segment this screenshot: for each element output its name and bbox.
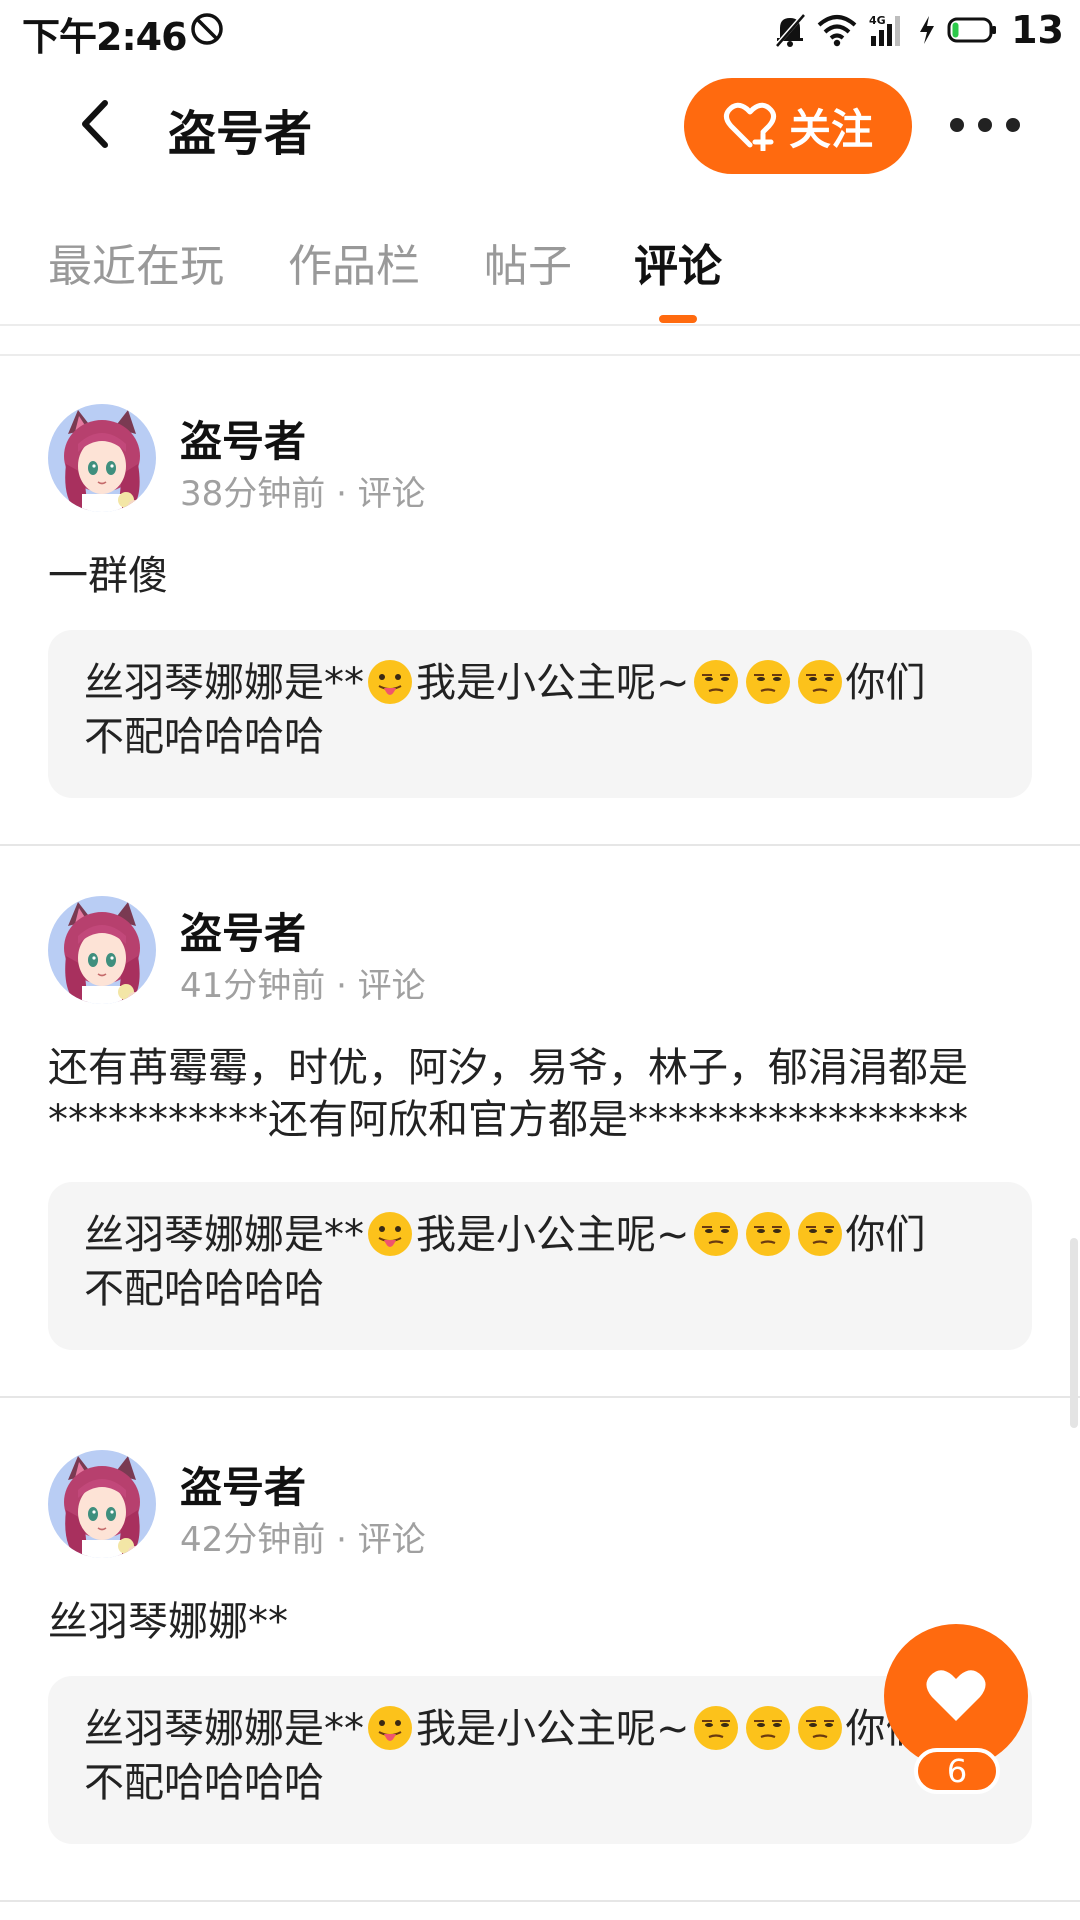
author-name[interactable]: 盗号者	[180, 1454, 306, 1515]
divider	[0, 1900, 1080, 1902]
page-title: 盗号者	[168, 106, 313, 162]
header: 盗号者 关注	[0, 70, 1080, 180]
status-bar: 下午2:46 4G 13	[0, 0, 1080, 60]
tongue-face-emoji	[366, 1704, 414, 1752]
heart-plus-icon	[723, 102, 777, 151]
follow-button[interactable]: 关注	[684, 78, 912, 174]
chevron-left-icon	[82, 100, 108, 148]
status-icons: 4G 13	[773, 8, 1064, 52]
comment-meta: 38分钟前 · 评论	[180, 474, 426, 514]
comment-meta: 41分钟前 · 评论	[180, 966, 426, 1006]
cell-signal-icon: 4G	[869, 14, 901, 46]
quote-text: 我是小公主呢~	[416, 660, 690, 706]
more-dot	[1006, 118, 1020, 132]
charging-icon	[920, 16, 935, 44]
quote-text: 丝羽琴娜娜是**	[84, 660, 364, 706]
quote-line: 丝羽琴娜娜是** 我是小公主呢~ 你们	[84, 656, 996, 710]
more-dot	[950, 118, 964, 132]
quote-line: 不配哈哈哈哈	[84, 1760, 324, 1806]
divider	[0, 844, 1080, 846]
screen: 下午2:46 4G 13 盗号者 关注 最近在玩 作品栏 帖子 评论 盗号者 3…	[0, 0, 1080, 1920]
unamused-face-emoji	[796, 658, 844, 706]
unamused-face-emoji	[744, 1210, 792, 1258]
divider	[0, 324, 1080, 326]
comment-line: 丝羽琴娜娜**	[48, 1599, 288, 1645]
avatar[interactable]	[48, 1450, 156, 1558]
heart-icon	[926, 1670, 986, 1721]
tab-works[interactable]: 作品栏	[288, 230, 420, 294]
quote-text: 丝羽琴娜娜是**	[84, 1706, 364, 1752]
more-button[interactable]	[950, 100, 1020, 150]
svg-text:4G: 4G	[869, 14, 886, 27]
battery-icon	[947, 17, 997, 43]
quoted-post[interactable]: 丝羽琴娜娜是** 我是小公主呢~ 你们 不配哈哈哈哈	[48, 1182, 1032, 1350]
like-button[interactable]	[884, 1624, 1028, 1768]
wifi-icon	[817, 15, 857, 47]
avatar[interactable]	[48, 404, 156, 512]
avatar[interactable]	[48, 896, 156, 1004]
do-not-disturb-icon	[191, 13, 223, 45]
divider	[0, 354, 1080, 356]
tongue-face-emoji	[366, 658, 414, 706]
quote-text: 我是小公主呢~	[416, 1706, 690, 1752]
back-button[interactable]	[64, 92, 124, 156]
like-count-badge: 6	[914, 1748, 1000, 1794]
tongue-face-emoji	[366, 1210, 414, 1258]
comment-meta: 42分钟前 · 评论	[180, 1520, 426, 1560]
mute-bell-icon	[774, 12, 806, 48]
quote-line: 丝羽琴娜娜是** 我是小公主呢~ 你们	[84, 1702, 996, 1756]
quote-line: 不配哈哈哈哈	[84, 1266, 324, 1312]
comment-line: 一群傻	[48, 553, 168, 599]
quote-text: 你们	[845, 1212, 926, 1258]
quote-text: 你们	[845, 660, 926, 706]
comment-line: 还有苒霉霉，时优，阿汐，易爷，林子，郁涓涓都是	[48, 1045, 968, 1091]
tab-comments[interactable]: 评论	[634, 230, 722, 294]
quote-line: 不配哈哈哈哈	[84, 714, 324, 760]
tab-recent-play[interactable]: 最近在玩	[48, 230, 224, 294]
unamused-face-emoji	[744, 1704, 792, 1752]
unamused-face-emoji	[744, 658, 792, 706]
quote-line: 丝羽琴娜娜是** 我是小公主呢~ 你们	[84, 1208, 996, 1262]
author-name[interactable]: 盗号者	[180, 408, 306, 469]
battery-percent: 13	[1011, 8, 1064, 52]
unamused-face-emoji	[796, 1704, 844, 1752]
tab-bar: 最近在玩 作品栏 帖子 评论	[0, 218, 1080, 328]
follow-label: 关注	[788, 104, 873, 154]
more-dot	[978, 118, 992, 132]
scrollbar[interactable]	[1070, 1238, 1078, 1428]
comment-text: 还有苒霉霉，时优，阿汐，易爷，林子，郁涓涓都是 ***********还有阿欣和…	[48, 1042, 1028, 1146]
quote-text: 丝羽琴娜娜是**	[84, 1212, 364, 1258]
comment-text: 丝羽琴娜娜**	[48, 1596, 1028, 1648]
divider	[0, 1396, 1080, 1398]
author-name[interactable]: 盗号者	[180, 900, 306, 961]
unamused-face-emoji	[692, 1210, 740, 1258]
quoted-post[interactable]: 丝羽琴娜娜是** 我是小公主呢~ 你们 不配哈哈哈哈	[48, 630, 1032, 798]
unamused-face-emoji	[796, 1210, 844, 1258]
status-time: 下午2:46	[22, 15, 188, 59]
active-tab-indicator	[659, 315, 697, 323]
comment-text: 一群傻	[48, 550, 1028, 602]
comment-line: ***********还有阿欣和官方都是*****************	[48, 1097, 968, 1143]
quote-text: 我是小公主呢~	[416, 1212, 690, 1258]
unamused-face-emoji	[692, 1704, 740, 1752]
tab-posts[interactable]: 帖子	[484, 230, 572, 294]
unamused-face-emoji	[692, 658, 740, 706]
